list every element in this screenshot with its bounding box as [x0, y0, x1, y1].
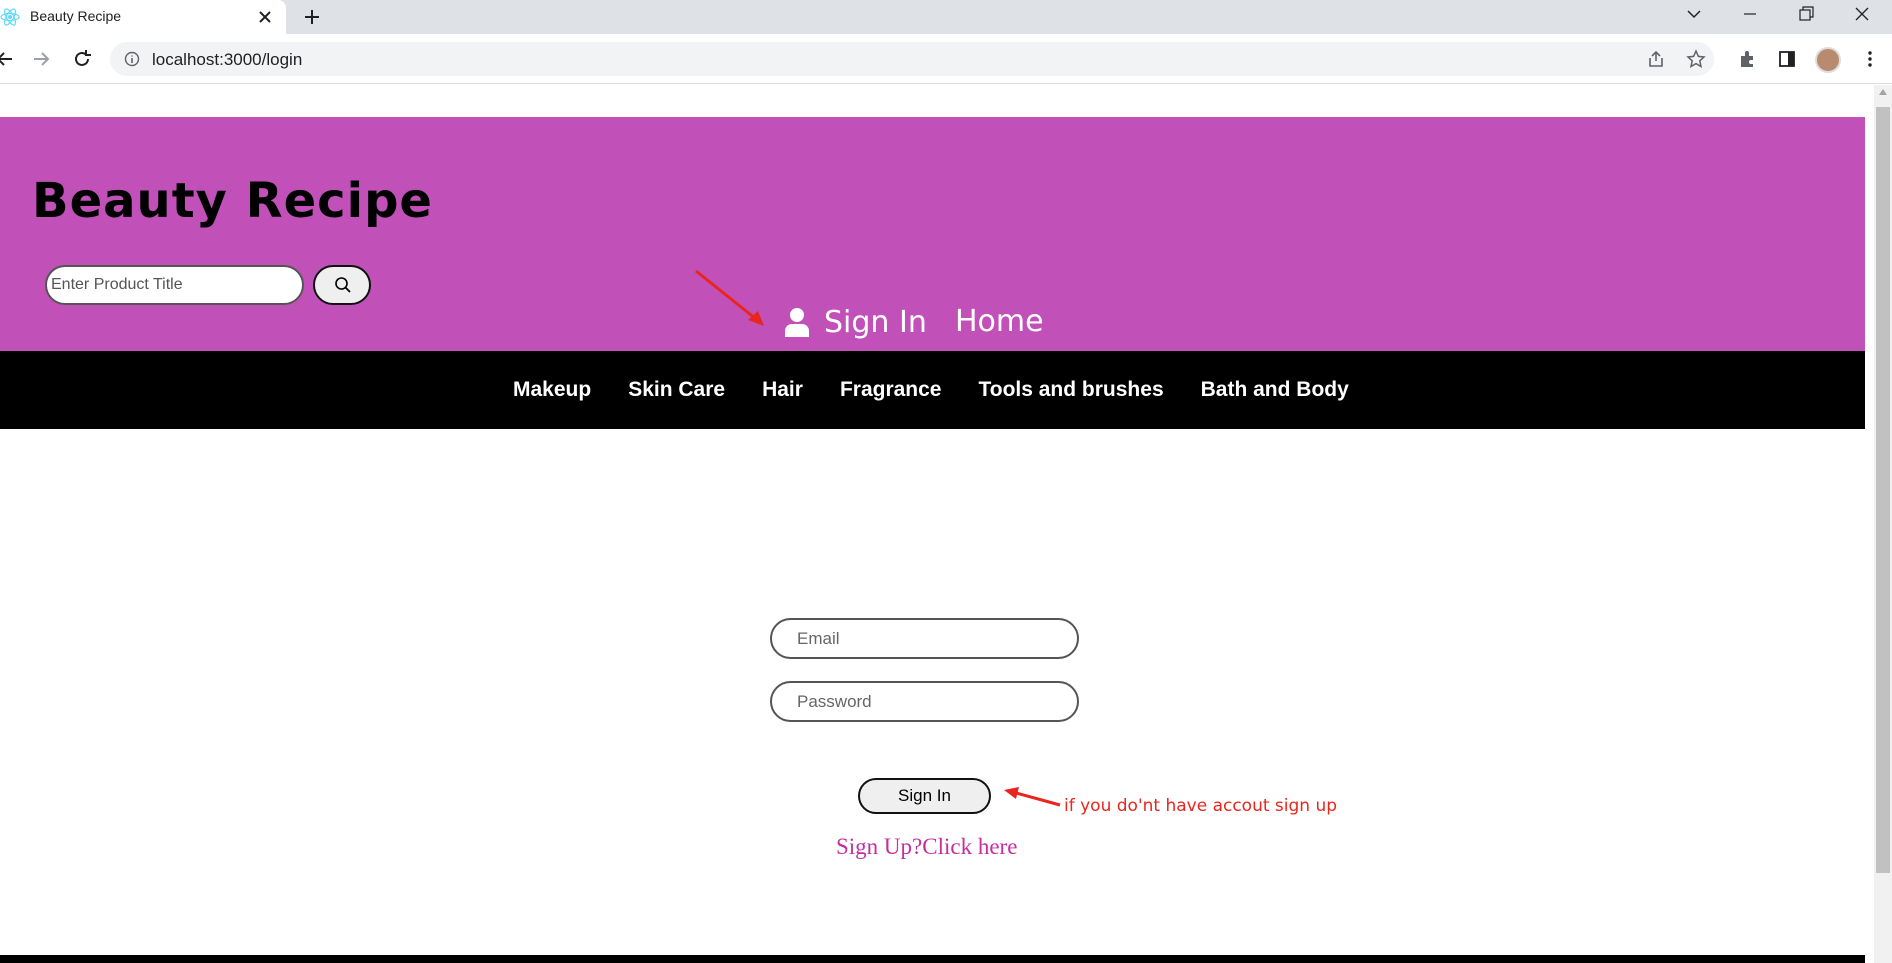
share-icon[interactable] [1646, 49, 1666, 69]
react-favicon-icon [0, 8, 20, 26]
close-window-icon[interactable] [1834, 0, 1890, 30]
forward-icon[interactable] [30, 48, 52, 70]
email-field[interactable] [770, 618, 1079, 659]
tab-title: Beauty Recipe [30, 8, 122, 24]
bookmark-star-icon[interactable] [1686, 49, 1706, 69]
annotation-text: if you do'nt have accout sign up [1064, 796, 1338, 816]
page-content: Beauty Recipe Sign In Home Makeup Skin C… [0, 85, 1865, 963]
minimize-icon[interactable] [1722, 0, 1778, 30]
address-bar[interactable]: localhost:3000/login [110, 42, 1714, 76]
scroll-up-arrow-icon[interactable] [1879, 89, 1887, 95]
menu-dots-icon[interactable] [1860, 49, 1880, 69]
annotation-arrow-icon [1004, 787, 1061, 807]
browser-tab-bar: Beauty Recipe [0, 0, 1892, 34]
new-tab-icon[interactable] [300, 5, 324, 29]
page-scrollbar[interactable] [1874, 85, 1892, 963]
signin-button[interactable]: Sign In [858, 778, 991, 814]
address-url: localhost:3000/login [152, 50, 303, 69]
extensions-icon[interactable] [1737, 49, 1757, 69]
close-tab-icon[interactable] [254, 6, 276, 28]
footer-bar [0, 955, 1865, 963]
profile-avatar[interactable] [1815, 47, 1841, 73]
tab-search-icon[interactable] [1666, 0, 1722, 30]
login-form: Sign In if you do'nt have accout sign up… [0, 85, 1865, 963]
browser-tab[interactable]: Beauty Recipe [0, 0, 286, 34]
reload-icon[interactable] [71, 48, 93, 70]
signup-link[interactable]: Sign Up?Click here [836, 834, 1017, 860]
site-info-icon[interactable] [124, 51, 140, 67]
scroll-thumb[interactable] [1876, 107, 1890, 873]
password-field[interactable] [770, 681, 1079, 722]
browser-toolbar: localhost:3000/login [0, 34, 1892, 84]
restore-icon[interactable] [1778, 0, 1834, 30]
back-icon[interactable] [0, 48, 16, 70]
side-panel-icon[interactable] [1777, 49, 1797, 69]
